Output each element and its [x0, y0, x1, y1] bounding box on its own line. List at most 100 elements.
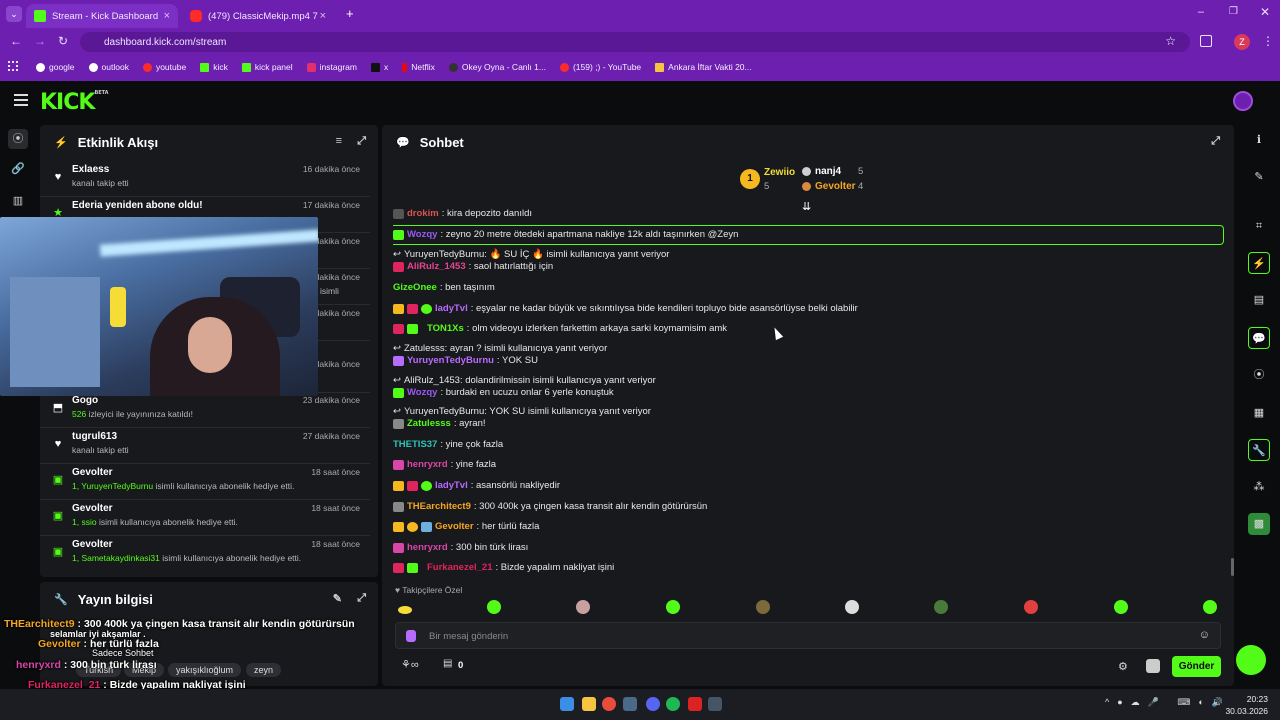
- bookmark-google[interactable]: google: [36, 62, 75, 72]
- menu-icon[interactable]: ⋮: [1262, 34, 1274, 48]
- popout-icon[interactable]: ⤢: [357, 592, 366, 605]
- bookmark-kick[interactable]: kick: [200, 62, 228, 72]
- bookmark-outlook[interactable]: outlook: [88, 62, 129, 72]
- chat-input-box[interactable]: Bir mesaj gönderin ☺: [395, 622, 1221, 649]
- bookmark-star-icon[interactable]: ☆: [1165, 34, 1176, 48]
- channel-points-icon[interactable]: ⚘∞: [401, 658, 419, 671]
- mod-tools-icon[interactable]: ▦: [1248, 402, 1270, 424]
- close-window-icon[interactable]: ✕: [1260, 5, 1270, 19]
- minimize-icon[interactable]: –: [1198, 6, 1204, 18]
- chat-username[interactable]: Wozqy: [407, 229, 437, 240]
- url-bar[interactable]: dashboard.kick.com/stream ☆: [80, 32, 1190, 52]
- chat-username[interactable]: ladyTvl: [435, 480, 468, 491]
- notes-icon[interactable]: ▤: [1248, 289, 1270, 311]
- activity-username[interactable]: Gevolter: [72, 539, 113, 550]
- emote-icon[interactable]: [1114, 600, 1128, 614]
- activity-username[interactable]: Gogo: [72, 395, 98, 406]
- chat-username[interactable]: Furkanezel_21: [427, 562, 492, 573]
- info-icon[interactable]: ℹ: [1248, 129, 1270, 151]
- leader-name[interactable]: Gevolter: [815, 181, 856, 192]
- chat-username[interactable]: GizeOnee: [393, 282, 437, 293]
- close-tab-icon[interactable]: ×: [164, 10, 170, 22]
- close-tab-icon[interactable]: ×: [320, 10, 326, 22]
- activity-username[interactable]: Ederia yeniden abone oldu!: [72, 200, 203, 211]
- emote-icon[interactable]: [845, 600, 859, 614]
- tab-stream-kick-dashboard[interactable]: Stream - Kick Dashboard ×: [26, 4, 178, 28]
- reload-icon[interactable]: ↻: [55, 33, 71, 49]
- activity-username[interactable]: Exlaess: [72, 164, 109, 175]
- emote-icon[interactable]: [756, 600, 770, 614]
- chat-username[interactable]: ladyTvl: [435, 303, 468, 314]
- user-avatar[interactable]: [1233, 91, 1253, 111]
- bookmark-youtube-2[interactable]: (159) ;) - YouTube: [559, 62, 641, 72]
- forward-icon[interactable]: →: [32, 33, 48, 49]
- broadcast-icon[interactable]: ⦿: [8, 129, 28, 149]
- activity-toggle-icon[interactable]: ⚡: [1248, 252, 1270, 274]
- chat-username[interactable]: TON1Xs: [427, 323, 464, 334]
- bookmark-youtube[interactable]: youtube: [142, 62, 186, 72]
- chat-scrollbar[interactable]: [1231, 558, 1234, 576]
- activity-username[interactable]: Gevolter: [72, 503, 113, 514]
- activity-username[interactable]: tugrul613: [72, 431, 117, 442]
- emote-icon[interactable]: [576, 600, 590, 614]
- chat-toggle-icon[interactable]: 💬: [1248, 327, 1270, 349]
- emoji-picker-icon[interactable]: ☺: [1199, 629, 1210, 641]
- start-icon[interactable]: [560, 697, 574, 711]
- emote-icon[interactable]: [487, 600, 501, 614]
- chat-username[interactable]: Wozqy: [407, 387, 437, 398]
- chat-username[interactable]: YuruyenTedyBurnu: [407, 355, 494, 366]
- emote-icon[interactable]: [1024, 600, 1038, 614]
- analytics-icon[interactable]: ▥: [10, 193, 26, 209]
- send-button[interactable]: Gönder: [1172, 656, 1221, 677]
- activity-username[interactable]: Gevolter: [72, 467, 113, 478]
- chat-settings-icon[interactable]: ⚙: [1118, 660, 1128, 673]
- chat-username[interactable]: AliRulz_1453: [407, 261, 466, 272]
- chat-username[interactable]: henryxrd: [407, 459, 448, 470]
- file-explorer-icon[interactable]: [582, 697, 596, 711]
- chat-username[interactable]: henryxrd: [407, 542, 448, 553]
- bookmark-okey[interactable]: Okey Oyna - Canlı 1...: [448, 62, 546, 72]
- media-icon[interactable]: [688, 697, 702, 711]
- filter-icon[interactable]: ≡: [336, 135, 342, 147]
- profile-avatar[interactable]: Z: [1234, 34, 1250, 50]
- steam-app-icon[interactable]: [708, 697, 722, 711]
- hamburger-menu-icon[interactable]: [14, 94, 28, 106]
- spotify-icon[interactable]: [666, 697, 680, 711]
- back-icon[interactable]: ←: [8, 33, 24, 49]
- stream-settings-icon[interactable]: 🔧: [1248, 439, 1270, 461]
- kick-logo[interactable]: KICKBETA: [40, 90, 109, 115]
- chat-username[interactable]: THEarchitect9: [407, 501, 471, 512]
- bot-icon[interactable]: [1146, 659, 1160, 673]
- maximize-icon[interactable]: ❐: [1229, 6, 1238, 17]
- tab-youtube-video[interactable]: (479) ClassicMekip.mp4 7.0 kıs ×: [182, 4, 334, 28]
- bookmark-netflix[interactable]: Netflix: [402, 62, 435, 72]
- steam-icon[interactable]: [623, 697, 637, 711]
- edit-icon[interactable]: ✎: [1248, 166, 1270, 188]
- edit-pencil-icon[interactable]: ✎: [333, 592, 342, 605]
- popout-icon[interactable]: ⤢: [357, 135, 366, 148]
- popout-icon[interactable]: ⤢: [1211, 135, 1220, 148]
- community-icon[interactable]: ⁂: [1248, 476, 1270, 498]
- chrome-icon[interactable]: [602, 697, 616, 711]
- emote-icon[interactable]: [666, 600, 680, 614]
- apps-grid-icon[interactable]: [8, 61, 18, 71]
- emote-icon[interactable]: [1203, 600, 1217, 614]
- bookmark-instagram[interactable]: instagram: [306, 62, 357, 72]
- emote-icon[interactable]: [398, 606, 412, 614]
- leader-name[interactable]: Zewiio: [764, 167, 795, 178]
- capture-icon[interactable]: ⌗: [1248, 215, 1270, 237]
- link-icon[interactable]: 🔗: [10, 161, 26, 177]
- broadcast-toggle-icon[interactable]: ⦿: [1248, 364, 1270, 386]
- game-icon[interactable]: ▩: [1248, 513, 1270, 535]
- chat-username[interactable]: drokim: [407, 208, 439, 219]
- chat-username[interactable]: THETIS37: [393, 439, 437, 450]
- discord-icon[interactable]: [646, 697, 660, 711]
- new-tab-button[interactable]: +: [346, 6, 354, 21]
- bookmark-kick-panel[interactable]: kick panel: [241, 62, 293, 72]
- bookmark-ankara[interactable]: Ankara İftar Vakti 20...: [655, 62, 752, 72]
- tray-icons[interactable]: ^●☁🎤 ⌨◐🔊: [1105, 697, 1231, 708]
- emote-icon[interactable]: [934, 600, 948, 614]
- chat-rules-icon[interactable]: ▤: [443, 658, 452, 669]
- extensions-icon[interactable]: [1200, 35, 1212, 47]
- bookmark-x[interactable]: x: [370, 62, 388, 72]
